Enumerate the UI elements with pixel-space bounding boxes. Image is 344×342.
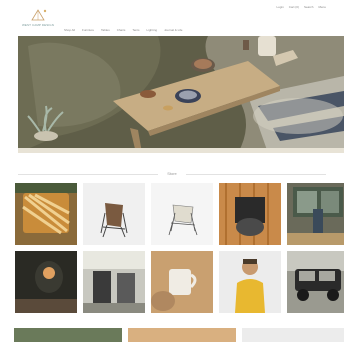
main-nav: Shop All Furniture Tables Chairs Tents L… <box>64 28 182 32</box>
tent-logo-icon <box>31 9 47 21</box>
brand-logo[interactable]: WEST CAMP DESIGN <box>18 6 58 30</box>
nav-item-lighting[interactable]: Lighting <box>147 28 158 32</box>
divider-left <box>18 174 158 175</box>
product-tile-9[interactable] <box>287 251 344 313</box>
product-tile-6[interactable] <box>83 251 145 313</box>
product-tile-7[interactable] <box>151 251 213 313</box>
nav-item-chairs[interactable]: Chairs <box>117 28 126 32</box>
product-tile-3[interactable] <box>219 183 281 245</box>
logo-text: WEST CAMP DESIGN <box>22 23 54 27</box>
product-tile-8[interactable] <box>219 251 281 313</box>
product-tile-4[interactable] <box>287 183 344 245</box>
nav-item-furniture[interactable]: Furniture <box>82 28 94 32</box>
menu-link[interactable]: Menu <box>318 5 326 9</box>
divider-right <box>186 174 326 175</box>
nav-item-shop-all[interactable]: Shop All <box>64 28 75 32</box>
banner-tile-0[interactable] <box>14 328 122 342</box>
section-title: Store <box>167 171 177 176</box>
product-tile-0[interactable] <box>15 183 77 245</box>
search-link[interactable]: Search <box>304 5 314 9</box>
nav-item-tables[interactable]: Tables <box>101 28 110 32</box>
banner-tile-2[interactable] <box>242 328 344 342</box>
login-link[interactable]: Login <box>276 5 283 9</box>
product-tile-2[interactable] <box>151 183 213 245</box>
product-tile-5[interactable] <box>15 251 77 313</box>
banner-tile-1[interactable] <box>128 328 236 342</box>
nav-item-tents[interactable]: Tents <box>132 28 139 32</box>
site-header: WEST CAMP DESIGN Shop All Furniture Tabl… <box>0 0 344 36</box>
utility-nav: Login Cart (0) Search Menu <box>276 5 326 9</box>
section-header: Store <box>0 170 344 178</box>
hero-image[interactable] <box>18 36 344 153</box>
nav-item-journal[interactable]: Journal & Life <box>164 28 182 32</box>
product-tile-1[interactable] <box>83 183 145 245</box>
cart-link[interactable]: Cart (0) <box>289 5 299 9</box>
